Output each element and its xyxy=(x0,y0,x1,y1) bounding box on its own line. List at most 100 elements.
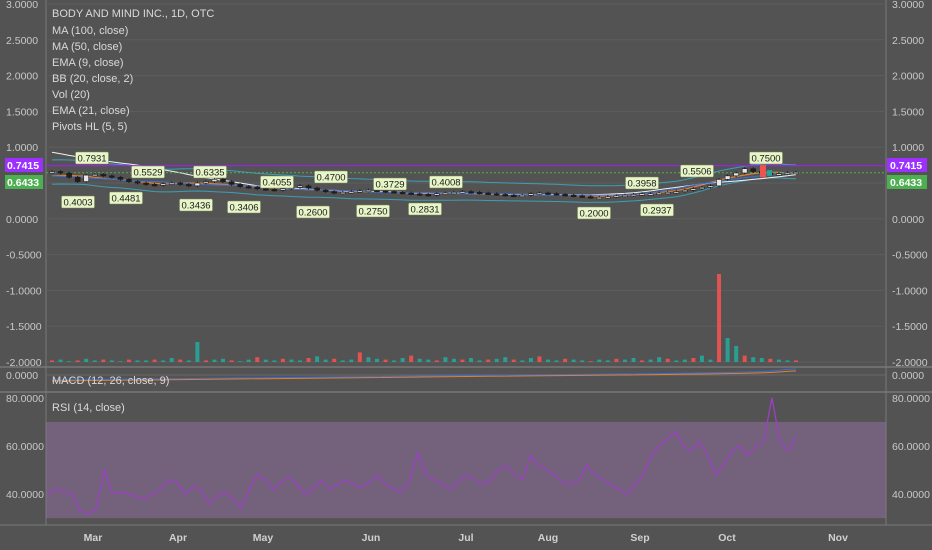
candle-body[interactable] xyxy=(280,188,286,191)
candle-body[interactable] xyxy=(733,172,739,177)
candle-body[interactable] xyxy=(485,192,491,195)
legend-bb[interactable]: BB (20, close, 2) xyxy=(52,73,133,85)
candle-body[interactable] xyxy=(126,179,132,182)
time-axis-label[interactable]: Mar xyxy=(84,532,103,544)
candle-body[interactable] xyxy=(66,172,72,178)
candle-body[interactable] xyxy=(160,183,166,186)
candle-body[interactable] xyxy=(262,188,269,191)
candle-body[interactable] xyxy=(49,171,55,174)
candle-body[interactable] xyxy=(587,196,594,199)
chart-canvas[interactable]: 0.7931 0.4003 0.4481 0.5529 0.6335 0.3436 0.34… xyxy=(0,0,932,550)
time-axis-label[interactable]: May xyxy=(253,532,274,544)
candle-body[interactable] xyxy=(442,192,449,195)
candle-body[interactable] xyxy=(168,182,175,185)
candle-body[interactable] xyxy=(434,193,440,196)
candle-body[interactable] xyxy=(416,193,423,196)
candle-body[interactable] xyxy=(151,184,158,187)
candle-body[interactable] xyxy=(143,182,149,185)
candle-body[interactable] xyxy=(579,195,586,198)
candle-body[interactable] xyxy=(750,168,757,172)
candle-body[interactable] xyxy=(408,192,414,195)
candle-body[interactable] xyxy=(639,193,645,196)
candle-body[interactable] xyxy=(220,179,226,182)
candle-body[interactable] xyxy=(57,171,64,174)
candle-body[interactable] xyxy=(656,192,662,195)
candle-body[interactable] xyxy=(177,182,184,185)
candle-body[interactable] xyxy=(83,174,90,182)
candle-body[interactable] xyxy=(100,174,107,177)
candle-body[interactable] xyxy=(519,194,526,197)
candle-body[interactable] xyxy=(793,171,799,175)
candle-body[interactable] xyxy=(382,190,389,193)
candle-body[interactable] xyxy=(468,191,474,194)
legend-ema9[interactable]: EMA (9, close) xyxy=(52,57,124,69)
legend-pivots[interactable]: Pivots HL (5, 5) xyxy=(52,121,127,133)
candle-body[interactable] xyxy=(331,191,338,194)
candle-body[interactable] xyxy=(228,181,235,185)
candle-body[interactable] xyxy=(647,193,654,196)
time-axis-label[interactable]: Sep xyxy=(630,532,649,544)
candle-body[interactable] xyxy=(562,194,568,197)
candle-body[interactable] xyxy=(510,194,517,197)
candle-body[interactable] xyxy=(545,192,551,195)
candle-body[interactable] xyxy=(596,197,603,200)
candle-body[interactable] xyxy=(493,193,500,196)
candle-body[interactable] xyxy=(357,190,363,193)
rsi-legend[interactable]: RSI (14, close) xyxy=(52,402,125,414)
legend-vol[interactable]: Vol (20) xyxy=(52,89,90,101)
candle-body[interactable] xyxy=(237,184,243,187)
legend-ma50[interactable]: MA (50, close) xyxy=(52,41,122,53)
candle-body[interactable] xyxy=(245,186,252,189)
candle-body[interactable] xyxy=(391,191,397,194)
candle-body-highlight[interactable] xyxy=(760,165,766,178)
candle-body[interactable] xyxy=(91,174,98,177)
candle-body[interactable] xyxy=(716,179,722,187)
candle-body[interactable] xyxy=(348,191,355,194)
candle-body[interactable] xyxy=(322,189,329,192)
candle-body[interactable] xyxy=(502,194,509,197)
macd-legend[interactable]: MACD (12, 26, close, 9) xyxy=(52,375,169,387)
candle-body[interactable] xyxy=(254,186,261,190)
time-axis-label[interactable]: Apr xyxy=(169,532,187,544)
candle-body[interactable] xyxy=(682,189,688,192)
candle-body[interactable] xyxy=(553,193,560,196)
candle-body[interactable] xyxy=(476,192,483,195)
legend-ma100[interactable]: MA (100, close) xyxy=(52,25,128,37)
candle-body[interactable] xyxy=(673,191,680,194)
time-axis-label[interactable]: Jul xyxy=(458,532,473,544)
candle-body[interactable] xyxy=(622,194,628,197)
candle-body[interactable] xyxy=(365,189,372,192)
candle-body[interactable] xyxy=(707,185,714,188)
candle-body[interactable] xyxy=(528,193,534,196)
candle-body[interactable] xyxy=(271,189,278,192)
candle-body[interactable] xyxy=(613,195,620,198)
candle-body[interactable] xyxy=(536,192,543,195)
candle-body[interactable] xyxy=(664,192,671,195)
candle-body[interactable] xyxy=(186,184,192,187)
candle-body[interactable] xyxy=(605,196,611,199)
candle-body[interactable] xyxy=(699,186,705,190)
time-axis-label[interactable]: Jun xyxy=(362,532,381,544)
candle-body[interactable] xyxy=(109,175,115,178)
candle-body[interactable] xyxy=(305,185,312,189)
candle-body[interactable] xyxy=(399,192,406,195)
candle-body[interactable] xyxy=(74,176,81,182)
time-axis-label[interactable]: Oct xyxy=(718,532,736,544)
candle-body[interactable] xyxy=(741,168,748,174)
candle-body[interactable] xyxy=(776,173,782,176)
candle-body[interactable] xyxy=(690,188,697,191)
candle-body[interactable] xyxy=(134,181,141,184)
candle-body[interactable] xyxy=(630,194,637,197)
time-axis-label[interactable]: Nov xyxy=(828,532,848,544)
candle-body-highlight[interactable] xyxy=(767,170,772,176)
candle-body[interactable] xyxy=(339,192,346,195)
candle-body[interactable] xyxy=(203,181,209,184)
legend-ema21[interactable]: EMA (21, close) xyxy=(52,105,130,117)
candle-body[interactable] xyxy=(570,194,577,197)
candle-body[interactable] xyxy=(724,175,731,180)
candle-body[interactable] xyxy=(451,192,457,195)
candle-body[interactable] xyxy=(784,172,791,175)
candle-body[interactable] xyxy=(459,191,466,194)
time-axis-label[interactable]: Aug xyxy=(538,532,558,544)
candle-body[interactable] xyxy=(211,179,218,182)
